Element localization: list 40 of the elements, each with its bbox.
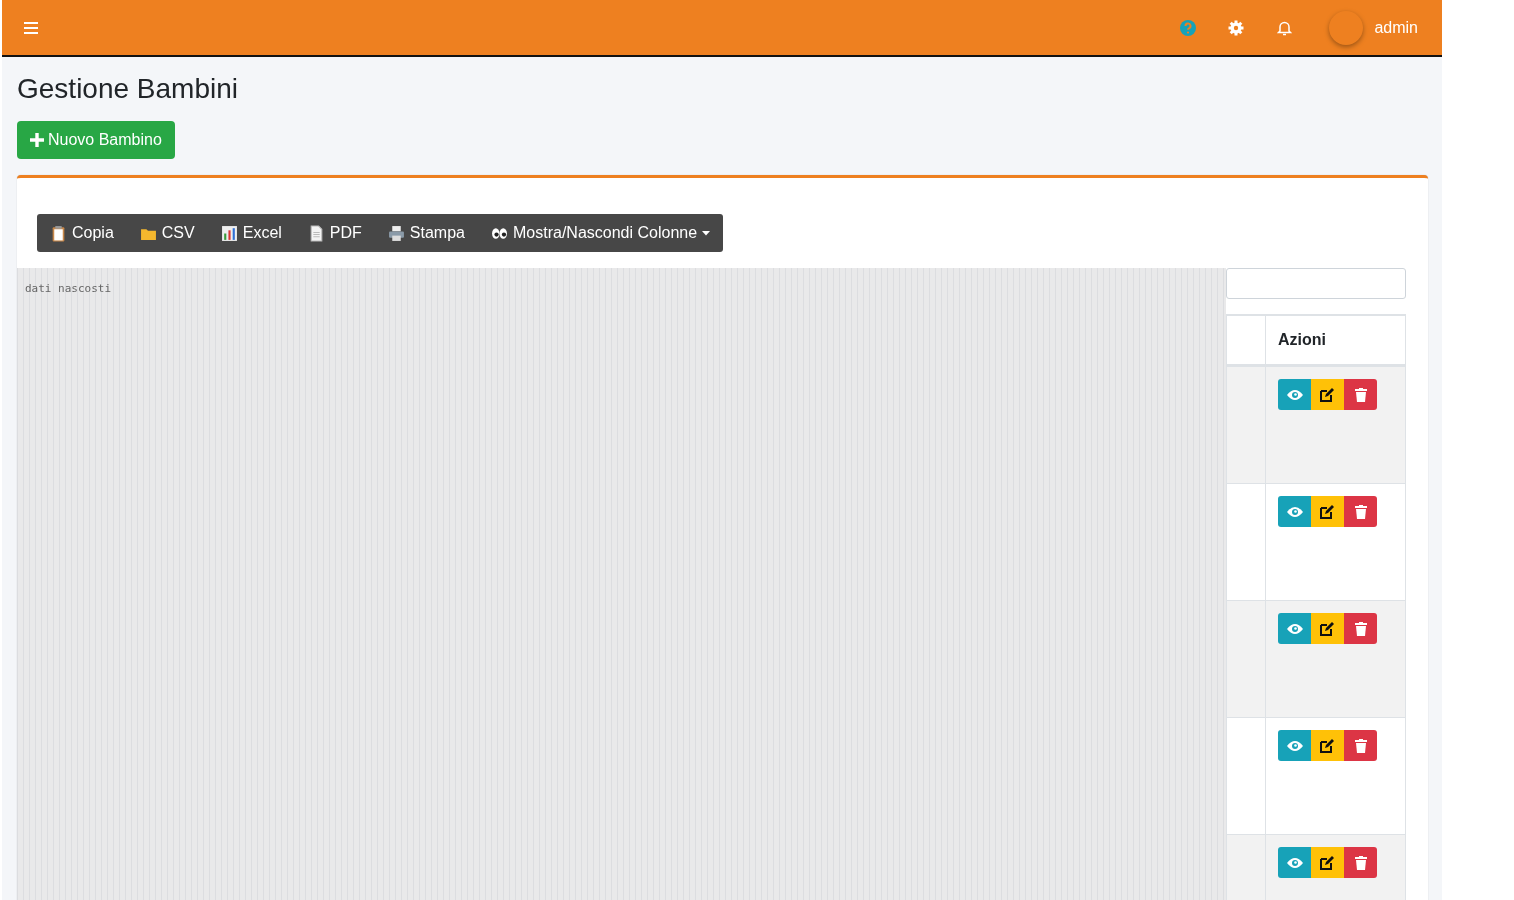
eye-icon	[1286, 388, 1303, 401]
edit-button[interactable]	[1311, 847, 1344, 878]
eye-icon	[1286, 739, 1303, 752]
edit-icon	[1320, 855, 1335, 870]
page-title: Gestione Bambini	[17, 73, 239, 105]
edit-button[interactable]	[1311, 613, 1344, 644]
bar-chart-icon	[220, 224, 238, 242]
eye-icon	[1286, 622, 1303, 635]
export-button[interactable]: PDF	[294, 214, 375, 252]
export-button[interactable]: Copia	[37, 214, 127, 252]
plus-icon	[30, 133, 44, 147]
edit-icon	[1320, 504, 1335, 519]
export-button[interactable]: Stampa	[374, 214, 478, 252]
delete-button[interactable]	[1344, 496, 1377, 527]
edit-button[interactable]	[1311, 730, 1344, 761]
trash-icon	[1354, 855, 1367, 870]
column-header: Azioni	[1277, 330, 1327, 350]
clipboard-icon	[50, 224, 67, 242]
eye-icon	[1286, 856, 1303, 869]
edit-button[interactable]	[1311, 496, 1344, 527]
edit-icon	[1320, 738, 1335, 753]
edit-icon	[1320, 387, 1335, 402]
menu-icon[interactable]	[24, 21, 38, 34]
search-field[interactable]	[1226, 268, 1406, 299]
export-button[interactable]: Excel	[207, 214, 295, 252]
trash-icon	[1354, 621, 1367, 636]
eye-icon	[1286, 505, 1303, 518]
trash-icon	[1354, 504, 1367, 519]
delete-button[interactable]	[1344, 730, 1377, 761]
export-button[interactable]: Mostra/Nascondi Colonne	[478, 214, 724, 252]
edit-button[interactable]	[1311, 379, 1344, 410]
printer-icon	[387, 224, 405, 242]
trash-icon	[1354, 738, 1367, 753]
delete-button[interactable]	[1344, 379, 1377, 410]
trash-icon	[1354, 387, 1367, 402]
hidden-data-label: dati nascosti	[25, 282, 112, 295]
delete-button[interactable]	[1344, 847, 1377, 878]
delete-button[interactable]	[1344, 613, 1377, 644]
edit-icon	[1320, 621, 1335, 636]
export-button[interactable]: CSV	[126, 214, 208, 252]
